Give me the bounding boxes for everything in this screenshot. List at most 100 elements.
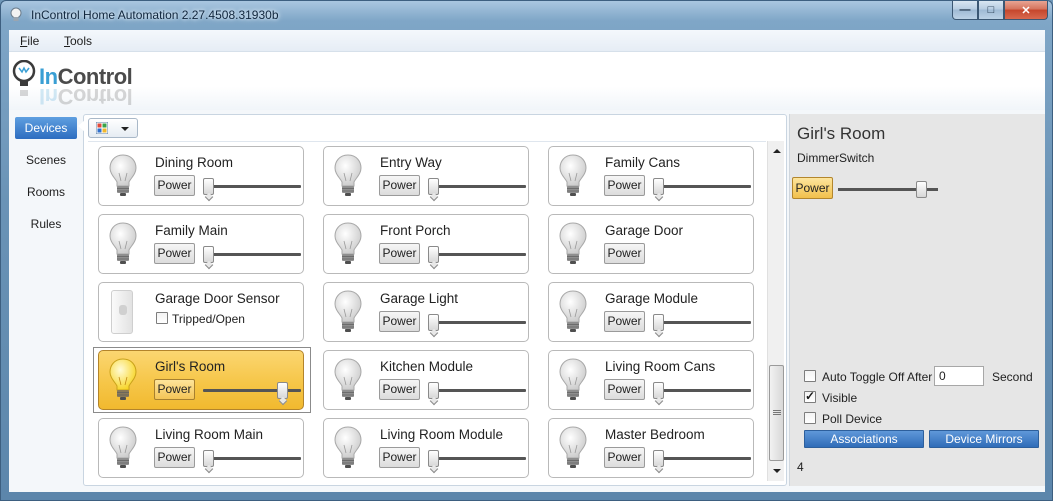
logo-reflection-in: In bbox=[39, 84, 58, 109]
auto-toggle-label: Auto Toggle Off After bbox=[822, 370, 933, 384]
device-tile-master-bedroom[interactable]: Master Bedroom Power bbox=[548, 418, 754, 478]
device-tile-entry-way[interactable]: Entry Way Power bbox=[323, 146, 529, 206]
dimmer-slider-track[interactable] bbox=[203, 253, 301, 256]
minimize-button[interactable]: — bbox=[952, 1, 978, 20]
associations-button[interactable]: Associations bbox=[804, 430, 924, 448]
dimmer-slider-track[interactable] bbox=[428, 253, 526, 256]
power-button[interactable]: Power bbox=[154, 243, 195, 264]
device-tile-front-porch[interactable]: Front Porch Power bbox=[323, 214, 529, 274]
light-bulb-icon bbox=[107, 153, 139, 197]
dimmer-slider-track[interactable] bbox=[653, 389, 751, 392]
light-bulb-icon bbox=[332, 153, 364, 197]
scroll-down-button[interactable] bbox=[769, 463, 784, 479]
dimmer-slider-thumb[interactable] bbox=[428, 178, 439, 195]
grid-view-icon bbox=[96, 122, 108, 134]
dimmer-slider-track[interactable] bbox=[428, 457, 526, 460]
light-bulb-icon bbox=[332, 425, 364, 469]
arrow-up-icon bbox=[772, 149, 781, 153]
light-bulb-icon bbox=[557, 425, 589, 469]
dimmer-slider-track[interactable] bbox=[203, 185, 301, 188]
power-button[interactable]: Power bbox=[604, 175, 645, 196]
device-tile-garage-module[interactable]: Garage Module Power bbox=[548, 282, 754, 342]
device-name: Living Room Main bbox=[155, 427, 264, 442]
scrollbar[interactable] bbox=[767, 141, 784, 481]
dimmer-slider-track[interactable] bbox=[428, 389, 526, 392]
dimmer-slider-thumb[interactable] bbox=[277, 382, 288, 399]
power-button[interactable]: Power bbox=[604, 311, 645, 332]
dimmer-slider-thumb[interactable] bbox=[428, 314, 439, 331]
chevron-down-icon bbox=[121, 127, 129, 131]
dimmer-slider-thumb[interactable] bbox=[428, 450, 439, 467]
visible-checkbox[interactable] bbox=[804, 389, 816, 403]
device-tile-kitchen-module[interactable]: Kitchen Module Power bbox=[323, 350, 529, 410]
device-name: Entry Way bbox=[380, 155, 442, 170]
power-button[interactable]: Power bbox=[154, 447, 195, 468]
auto-toggle-unit: Second bbox=[992, 370, 1033, 384]
dimmer-slider-thumb[interactable] bbox=[653, 178, 664, 195]
logo-bulb-icon bbox=[12, 60, 36, 96]
power-button[interactable]: Power bbox=[379, 311, 420, 332]
dimmer-slider-thumb[interactable] bbox=[203, 178, 214, 195]
device-tile-garage-door[interactable]: Garage Door Power bbox=[548, 214, 754, 274]
detail-dimmer-thumb[interactable] bbox=[916, 181, 927, 198]
device-tile-family-main[interactable]: Family Main Power bbox=[98, 214, 304, 274]
dimmer-slider-track[interactable] bbox=[428, 185, 526, 188]
scroll-up-button[interactable] bbox=[769, 143, 784, 159]
light-bulb-icon bbox=[557, 289, 589, 333]
power-button[interactable]: Power bbox=[154, 379, 195, 400]
power-button[interactable]: Power bbox=[379, 175, 420, 196]
device-mirrors-button[interactable]: Device Mirrors bbox=[929, 430, 1039, 448]
sidebar-item-rules[interactable]: Rules bbox=[15, 213, 77, 235]
power-button[interactable]: Power bbox=[604, 379, 645, 400]
dimmer-slider-track[interactable] bbox=[653, 185, 751, 188]
dimmer-slider-track[interactable] bbox=[203, 457, 301, 460]
sidebar-item-scenes[interactable]: Scenes bbox=[15, 149, 77, 171]
device-tile-garage-door-sensor[interactable]: Garage Door Sensor Tripped/Open bbox=[98, 282, 304, 342]
light-bulb-icon bbox=[107, 425, 139, 469]
dimmer-slider-track[interactable] bbox=[653, 321, 751, 324]
view-mode-dropdown[interactable] bbox=[88, 118, 138, 138]
window-controls: — □ ✕ bbox=[952, 1, 1048, 21]
device-tile-living-room-module[interactable]: Living Room Module Power bbox=[323, 418, 529, 478]
light-bulb-icon bbox=[332, 221, 364, 265]
title-bar[interactable]: InControl Home Automation 2.27.4508.3193… bbox=[1, 1, 1052, 29]
device-name: Garage Door bbox=[605, 223, 684, 238]
device-name: Dining Room bbox=[155, 155, 234, 170]
sidebar-item-rooms[interactable]: Rooms bbox=[15, 181, 77, 203]
power-button[interactable]: Power bbox=[379, 447, 420, 468]
power-button[interactable]: Power bbox=[379, 243, 420, 264]
device-tile-living-room-cans[interactable]: Living Room Cans Power bbox=[548, 350, 754, 410]
device-tile-dining-room[interactable]: Dining Room Power bbox=[98, 146, 304, 206]
power-button[interactable]: Power bbox=[154, 175, 195, 196]
device-tile-living-room-main[interactable]: Living Room Main Power bbox=[98, 418, 304, 478]
device-tile-family-cans[interactable]: Family Cans Power bbox=[548, 146, 754, 206]
auto-toggle-checkbox[interactable] bbox=[804, 370, 816, 382]
motion-sensor-icon bbox=[111, 290, 133, 334]
auto-toggle-input[interactable]: 0 bbox=[934, 366, 984, 386]
device-tile-girl-s-room[interactable]: Girl's Room Power bbox=[98, 350, 304, 410]
dimmer-slider-thumb[interactable] bbox=[428, 382, 439, 399]
dimmer-slider-track[interactable] bbox=[428, 321, 526, 324]
dimmer-slider-thumb[interactable] bbox=[653, 382, 664, 399]
power-button[interactable]: Power bbox=[604, 243, 645, 264]
dimmer-slider-thumb[interactable] bbox=[653, 450, 664, 467]
dimmer-slider-thumb[interactable] bbox=[203, 450, 214, 467]
poll-device-checkbox[interactable] bbox=[804, 412, 816, 424]
light-bulb-icon bbox=[332, 357, 364, 401]
tripped-checkbox[interactable] bbox=[156, 312, 168, 324]
sidebar-item-devices[interactable]: Devices bbox=[15, 117, 77, 139]
app-bulb-icon bbox=[10, 7, 22, 21]
device-tile-garage-light[interactable]: Garage Light Power bbox=[323, 282, 529, 342]
power-button[interactable]: Power bbox=[604, 447, 645, 468]
dimmer-slider-thumb[interactable] bbox=[653, 314, 664, 331]
detail-power-button[interactable]: Power bbox=[792, 177, 833, 199]
dimmer-slider-thumb[interactable] bbox=[203, 246, 214, 263]
scroll-thumb[interactable] bbox=[769, 365, 784, 461]
dimmer-slider-track[interactable] bbox=[653, 457, 751, 460]
maximize-button[interactable]: □ bbox=[978, 1, 1004, 20]
menu-tools[interactable]: Tools bbox=[64, 34, 92, 48]
menu-file[interactable]: File bbox=[20, 34, 39, 48]
close-button[interactable]: ✕ bbox=[1004, 1, 1048, 20]
dimmer-slider-thumb[interactable] bbox=[428, 246, 439, 263]
power-button[interactable]: Power bbox=[379, 379, 420, 400]
